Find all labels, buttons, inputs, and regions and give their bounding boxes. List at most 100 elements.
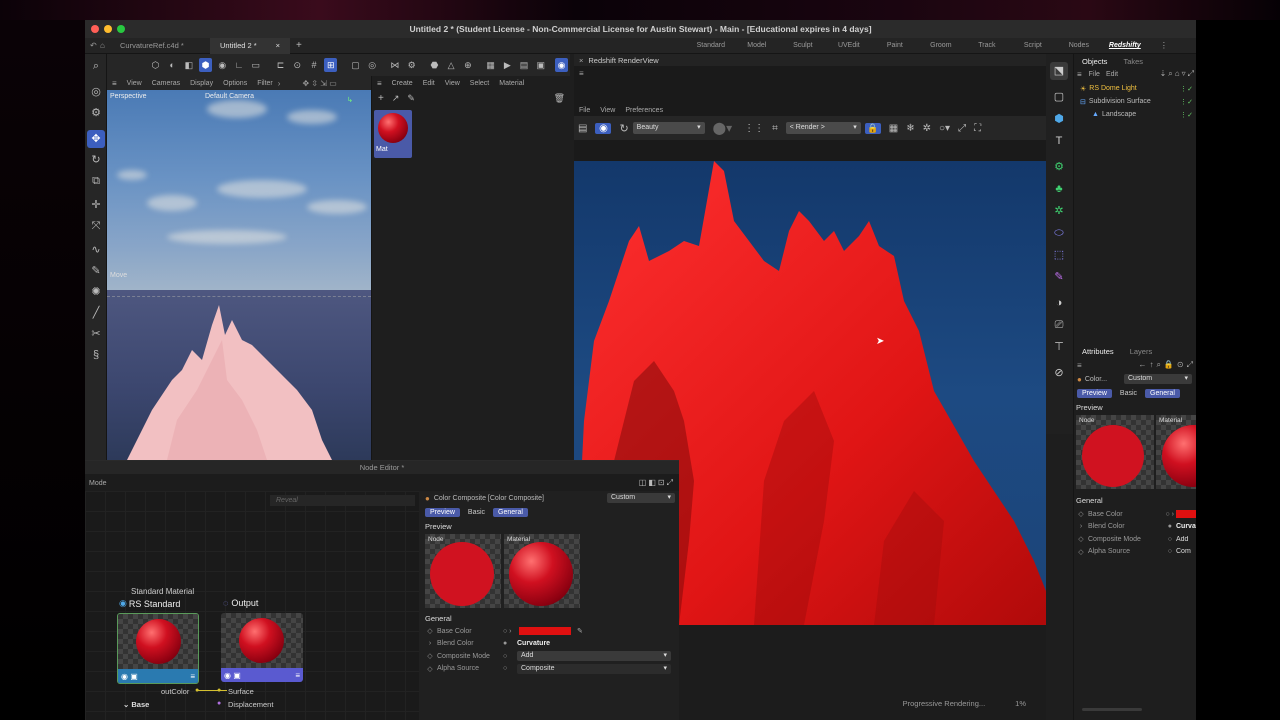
port-outcolor[interactable]: outColor <box>161 687 189 696</box>
layout-standard[interactable]: Standard <box>688 42 734 49</box>
close-tab-icon[interactable]: × <box>276 38 280 54</box>
fit-icon[interactable]: ⤢ <box>958 123 966 134</box>
menu-view[interactable]: View <box>600 107 615 114</box>
circle-icon[interactable]: ○▾ <box>939 123 950 134</box>
port-surface[interactable]: Surface <box>228 687 254 696</box>
output-node[interactable]: ◉ ▣ ≡ <box>221 613 303 682</box>
pill-basic[interactable]: Basic <box>1115 389 1142 398</box>
brush-icon[interactable]: ╱ <box>87 304 105 322</box>
floor-icon[interactable]: ⊤ <box>1050 338 1068 356</box>
visibility-check-icon[interactable]: ⋮✓ <box>1180 98 1193 106</box>
render-settings-icon[interactable]: ▦ <box>484 58 497 72</box>
crop-icon[interactable]: ⌗ <box>772 123 778 134</box>
back-arrow-icon[interactable]: ↶ <box>90 41 100 50</box>
pill-general[interactable]: General <box>493 507 528 517</box>
field-icon[interactable]: ⊕ <box>461 58 474 72</box>
object-item-dome-light[interactable]: ☀ RS Dome Light ⋮✓ <box>1080 82 1196 95</box>
picture-viewer-icon[interactable]: ▣ <box>534 58 547 72</box>
redshift-camera-icon[interactable]: ⬔ <box>1050 62 1068 80</box>
base-color-swatch[interactable] <box>519 627 571 636</box>
attributes-nav-icons[interactable]: ←↑⌕🔒⊙⤢ <box>1138 360 1196 370</box>
mirror-icon[interactable]: ⋈ <box>389 58 402 72</box>
camera-icon[interactable]: ⎚ <box>1050 316 1068 334</box>
tiles-icon[interactable]: ▦ <box>889 123 898 134</box>
render-queue-icon[interactable]: ▤ <box>518 58 531 72</box>
aov-select[interactable]: Beauty ▾ <box>632 122 705 134</box>
node-graph[interactable]: Reveal Standard Material ◉ RS Standard ◉… <box>85 491 419 720</box>
sphere-icon[interactable]: ◐ <box>166 58 179 72</box>
base-color-swatch[interactable] <box>1176 510 1196 519</box>
attr-composite-mode[interactable]: ◇ Composite Mode ○ Add ▾ <box>423 650 679 663</box>
home-icon[interactable]: ⌂ <box>100 41 110 50</box>
tab-objects[interactable]: Objects <box>1074 54 1115 69</box>
port-displacement[interactable]: Displacement <box>228 700 273 709</box>
rs-standard-node[interactable]: ◉ ▣ ≡ <box>117 613 199 684</box>
select-tool-icon[interactable]: ⚙ <box>87 104 105 122</box>
target-icon[interactable]: ◎ <box>366 58 379 72</box>
visibility-check-icon[interactable]: ⋮✓ <box>1180 111 1193 119</box>
menu-file[interactable]: File <box>1089 71 1100 78</box>
rotate-tool-icon[interactable]: ↻ <box>87 151 105 169</box>
workplane-icon[interactable]: ⊞ <box>324 58 338 72</box>
attr-base-color[interactable]: ◇ Base Color ○ › <box>1074 508 1196 521</box>
minimize-window-button[interactable] <box>104 25 112 33</box>
arrow-icon[interactable]: ↗ <box>392 93 400 104</box>
object-item-landscape[interactable]: ▲ Landscape ⋮✓ <box>1080 108 1196 121</box>
rectangle-icon[interactable]: ▢ <box>1050 88 1068 106</box>
attr-blend-color[interactable]: › Blend Color ● Curva <box>1074 521 1196 534</box>
hamburger-icon[interactable]: ≡ <box>112 79 117 88</box>
render-region-icon[interactable]: ▢ <box>349 58 362 72</box>
attr-alpha-source[interactable]: ◇ Alpha Source ○ Com <box>1074 546 1196 559</box>
mode-menu[interactable]: Mode <box>89 480 107 487</box>
generator-icon[interactable]: ⚙ <box>1050 158 1068 176</box>
close-panel-icon[interactable]: × <box>579 56 583 65</box>
render-view-icon[interactable]: ▶ <box>501 58 514 72</box>
mode-select[interactable]: Custom ▾ <box>1124 374 1192 384</box>
layout-script[interactable]: Script <box>1010 42 1056 49</box>
object-mode-icon[interactable]: ⬢ <box>199 58 212 72</box>
attr-alpha-source[interactable]: ◇ Alpha Source ○ Composite ▾ <box>423 663 679 676</box>
lock-icon[interactable]: 🔒 <box>864 122 881 134</box>
attr-base-color[interactable]: ◇ Base Color ○ › ✎ <box>423 625 679 638</box>
doc-tab-curvatureref[interactable]: CurvatureRef.c4d * <box>110 38 210 54</box>
grid-icon[interactable]: # <box>308 58 321 72</box>
menu-view[interactable]: View <box>445 80 460 87</box>
search-icon[interactable]: ⌕ <box>87 57 105 75</box>
objects-tool-icons[interactable]: ⇣⌕⌂▿⤢ <box>1160 69 1196 79</box>
spline-icon[interactable]: ✎ <box>1050 268 1068 286</box>
settings-icon[interactable]: ⚙ <box>405 58 418 72</box>
eyedropper-icon[interactable]: ✎ <box>577 627 583 635</box>
live-selection-icon[interactable]: ◎ <box>87 83 105 101</box>
pill-preview[interactable]: Preview <box>425 507 460 517</box>
film-icon[interactable]: ▤ <box>578 123 587 134</box>
reveal-input[interactable]: Reveal <box>270 495 415 506</box>
viewport-nav-icons[interactable]: ✥ ⇳ ⇲ ▭ <box>302 79 336 88</box>
layout-toggle-icons[interactable]: ◫◧⊡⤢ <box>639 478 675 488</box>
layout-paint[interactable]: Paint <box>872 42 918 49</box>
expand-icon[interactable]: ⛶ <box>974 123 981 134</box>
edge-mode-icon[interactable]: ∟ <box>233 58 246 72</box>
gear-icon[interactable]: ✲ <box>1050 202 1068 220</box>
render-start-icon[interactable]: ◉ <box>595 122 612 134</box>
cube-icon[interactable]: ⬡ <box>149 58 162 72</box>
deformer-icon[interactable]: ⬭ <box>1050 224 1068 242</box>
refresh-icon[interactable]: ↻ <box>619 122 628 135</box>
generator-icon[interactable]: △ <box>445 58 458 72</box>
weight-tool-icon[interactable]: ✺ <box>87 283 105 301</box>
knife-icon[interactable]: ✂ <box>87 325 105 343</box>
cube-icon[interactable]: ⬢ <box>1050 110 1068 128</box>
layout-sculpt[interactable]: Sculpt <box>780 42 826 49</box>
attr-blend-color[interactable]: › Blend Color ● Curvature <box>423 638 679 651</box>
transform-tool-icon[interactable]: ✛ <box>87 196 105 214</box>
menu-options[interactable]: Options <box>223 80 247 87</box>
menu-display[interactable]: Display <box>190 80 213 87</box>
tab-takes[interactable]: Takes <box>1115 54 1151 69</box>
eyedropper-icon[interactable]: ✎ <box>407 93 415 104</box>
snowflake-icon[interactable]: ❄ <box>906 123 914 134</box>
cone-icon[interactable]: ◧ <box>182 58 195 72</box>
redshift-icon[interactable]: ◉ <box>555 58 568 72</box>
composite-mode-select[interactable]: Add ▾ <box>517 651 671 662</box>
hamburger-icon[interactable]: ≡ <box>377 79 382 88</box>
menu-create[interactable]: Create <box>392 80 413 87</box>
close-window-button[interactable] <box>91 25 99 33</box>
